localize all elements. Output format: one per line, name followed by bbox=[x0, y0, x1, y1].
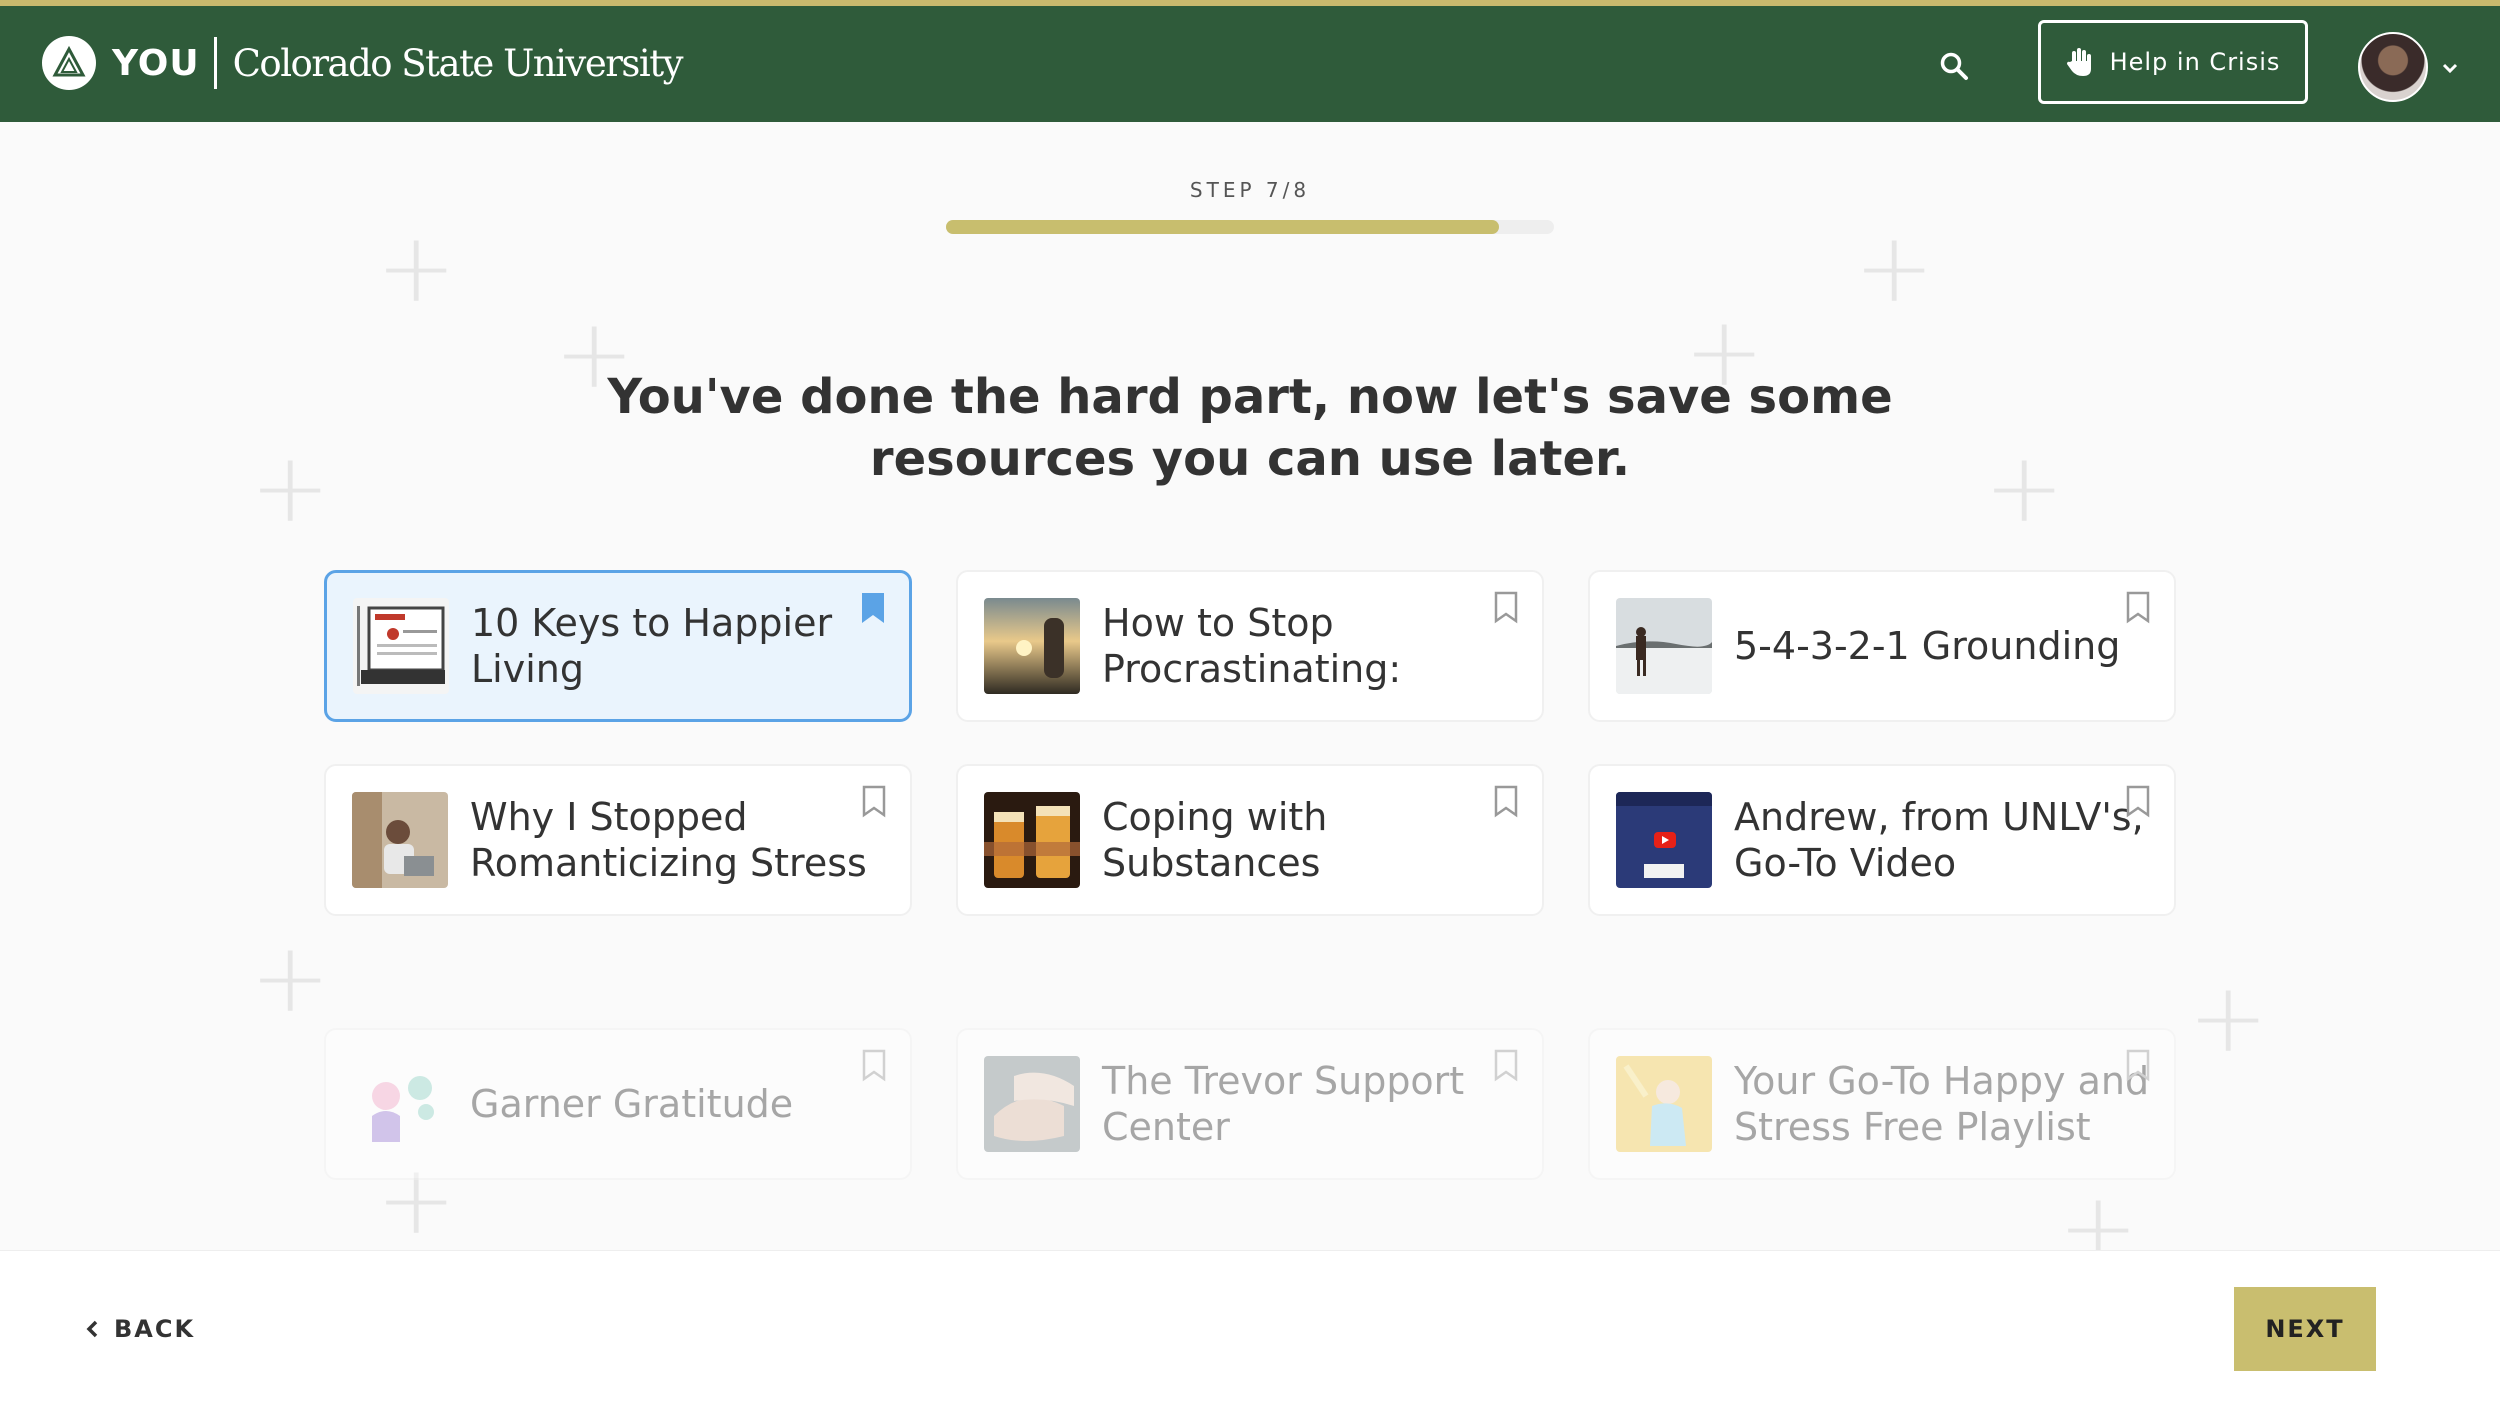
you-csu-logo[interactable]: YOU Colorado State University bbox=[42, 36, 684, 90]
chevron-left-icon bbox=[86, 1320, 98, 1338]
logo-you-text: YOU bbox=[112, 42, 200, 84]
decor-plus: + bbox=[1984, 432, 2065, 544]
bookmark-outline-icon[interactable] bbox=[2124, 1048, 2152, 1082]
user-avatar[interactable] bbox=[2358, 32, 2428, 102]
search-icon bbox=[1940, 52, 1968, 80]
resource-title: Why I Stopped Romanticizing Stress bbox=[470, 795, 867, 885]
resource-card-procrastinating[interactable]: How to Stop Procrastinating: bbox=[956, 570, 1544, 722]
decor-plus: + bbox=[250, 432, 331, 544]
decor-plus: + bbox=[2188, 962, 2269, 1074]
you-logo-icon bbox=[42, 36, 96, 90]
resource-card-10-keys[interactable]: 10 Keys to Happier Living bbox=[324, 570, 912, 722]
progress-bar bbox=[946, 220, 1554, 234]
chevron-down-icon bbox=[2442, 63, 2458, 73]
decor-plus: + bbox=[2058, 1172, 2139, 1250]
resource-thumbnail bbox=[1616, 598, 1712, 694]
bookmark-outline-icon[interactable] bbox=[860, 784, 888, 818]
resource-card-trevor-support[interactable]: The Trevor Support Center bbox=[956, 1028, 1544, 1180]
page-headline: You've done the hard part, now let's sav… bbox=[607, 369, 1893, 487]
resource-title: 5-4-3-2-1 Grounding bbox=[1734, 624, 2121, 668]
resource-thumbnail bbox=[984, 792, 1080, 888]
step-indicator: STEP 7/8 bbox=[1189, 178, 1311, 202]
resource-thumbnail bbox=[1616, 792, 1712, 888]
resource-card-romanticizing-stress[interactable]: Why I Stopped Romanticizing Stress bbox=[324, 764, 912, 916]
help-in-crisis-button[interactable]: Help in Crisis bbox=[2038, 20, 2308, 104]
resource-card-coping-substances[interactable]: Coping with Substances bbox=[956, 764, 1544, 916]
back-button[interactable]: BACK bbox=[86, 1305, 195, 1353]
bookmark-outline-icon[interactable] bbox=[2124, 590, 2152, 624]
back-label: BACK bbox=[114, 1315, 196, 1343]
decor-plus: + bbox=[250, 922, 331, 1034]
resource-card-happy-playlist[interactable]: Your Go-To Happy and Stress Free Playlis… bbox=[1588, 1028, 2176, 1180]
main-content: + + + + + + + + + + STEP 7/8 You've done… bbox=[0, 122, 2500, 1250]
avatar-menu-toggle[interactable] bbox=[2438, 56, 2462, 80]
resource-thumbnail bbox=[352, 1056, 448, 1152]
raised-hand-icon bbox=[2066, 47, 2094, 77]
resource-thumbnail bbox=[353, 598, 449, 694]
resource-title: Coping with Substances bbox=[1102, 795, 1328, 885]
resource-card-garner-gratitude[interactable]: Garner Gratitude bbox=[324, 1028, 912, 1180]
logo-divider bbox=[213, 37, 217, 89]
resource-title: Andrew, from UNLV's, Go-To Video bbox=[1734, 795, 2144, 885]
bookmark-outline-icon[interactable] bbox=[1492, 784, 1520, 818]
resource-card-grounding[interactable]: 5-4-3-2-1 Grounding bbox=[1588, 570, 2176, 722]
next-button[interactable]: NEXT bbox=[2234, 1287, 2376, 1371]
resource-title: Garner Gratitude bbox=[470, 1082, 794, 1126]
university-wordmark: Colorado State University bbox=[232, 41, 684, 85]
resource-thumbnail bbox=[352, 792, 448, 888]
resource-thumbnail bbox=[1616, 1056, 1712, 1152]
decor-plus: + bbox=[1854, 212, 1935, 324]
resource-card-unlv-video[interactable]: Andrew, from UNLV's, Go-To Video bbox=[1588, 764, 2176, 916]
next-label: NEXT bbox=[2265, 1315, 2345, 1343]
bookmark-outline-icon[interactable] bbox=[1492, 1048, 1520, 1082]
bookmark-outline-icon[interactable] bbox=[1492, 590, 1520, 624]
wizard-footer: BACK NEXT bbox=[0, 1250, 2500, 1406]
search-button[interactable] bbox=[1934, 46, 1974, 86]
progress-bar-fill bbox=[946, 220, 1500, 234]
resource-title: The Trevor Support Center bbox=[1102, 1059, 1465, 1149]
top-nav-bar: YOU Colorado State University Help in Cr… bbox=[0, 0, 2500, 122]
help-in-crisis-label: Help in Crisis bbox=[2109, 48, 2281, 76]
bookmark-filled-icon[interactable] bbox=[859, 591, 887, 625]
resource-title: How to Stop Procrastinating: bbox=[1102, 601, 1402, 691]
decor-plus: + bbox=[376, 212, 457, 324]
resource-title: 10 Keys to Happier Living bbox=[471, 601, 833, 691]
resource-thumbnail bbox=[984, 1056, 1080, 1152]
resource-thumbnail bbox=[984, 598, 1080, 694]
bookmark-outline-icon[interactable] bbox=[860, 1048, 888, 1082]
resource-title: Your Go-To Happy and Stress Free Playlis… bbox=[1734, 1059, 2150, 1149]
bookmark-outline-icon[interactable] bbox=[2124, 784, 2152, 818]
